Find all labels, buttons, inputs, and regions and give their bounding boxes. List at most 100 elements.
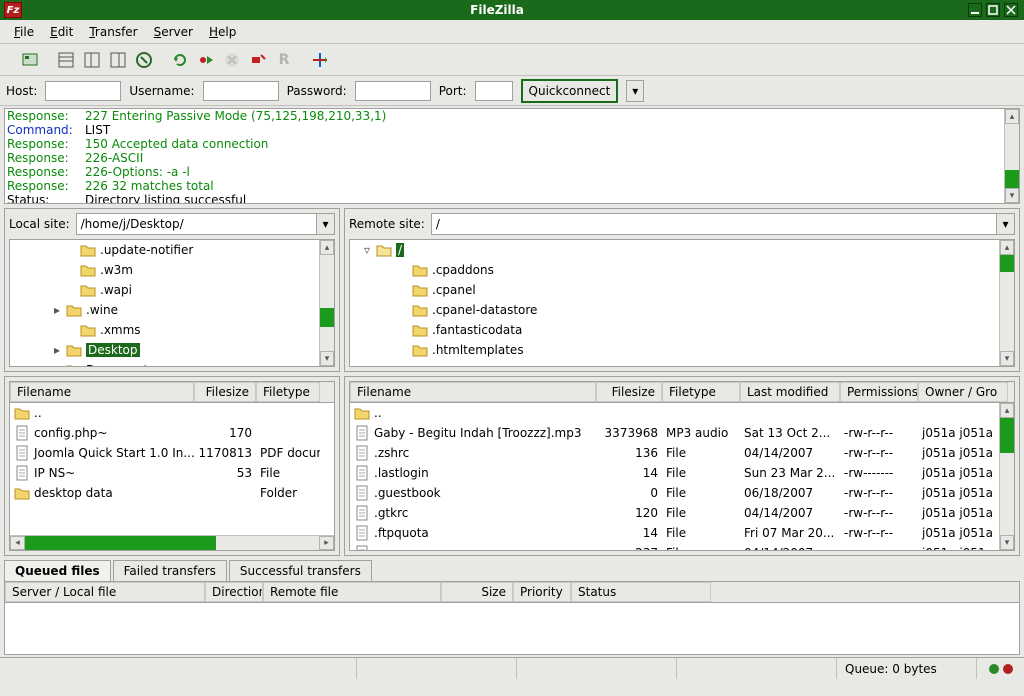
list-item[interactable]: .lastlogin14FileSun 23 Mar 2...-rw------…: [350, 463, 1014, 483]
transfer-queue[interactable]: Server / Local fileDirectionRemote fileS…: [4, 581, 1020, 655]
tab-queued-files[interactable]: Queued files: [4, 560, 111, 581]
port-input[interactable]: [475, 81, 513, 101]
menu-edit[interactable]: Edit: [42, 23, 81, 41]
remote-path-combo[interactable]: / ▾: [431, 213, 1015, 235]
cancel-button[interactable]: [220, 48, 244, 72]
column-header[interactable]: Last modified: [740, 382, 840, 402]
tree-item[interactable]: .htmltemplates: [350, 340, 1014, 360]
local-filelist[interactable]: FilenameFilesizeFiletype ..config.php~17…: [9, 381, 335, 551]
column-header[interactable]: Direction: [205, 582, 263, 602]
password-input[interactable]: [355, 81, 431, 101]
tree-item[interactable]: .cpanel-datastore: [350, 300, 1014, 320]
menu-file[interactable]: File: [6, 23, 42, 41]
sitemanager-button[interactable]: [18, 48, 42, 72]
filter-button[interactable]: [308, 48, 332, 72]
file-size: 120: [596, 506, 662, 520]
chevron-down-icon[interactable]: ▾: [316, 214, 334, 234]
column-header[interactable]: Filetype: [662, 382, 740, 402]
tree-item[interactable]: ▸Desktop: [10, 340, 334, 360]
list-item[interactable]: .gtkrc120File04/14/2007-rw-r--r--j051a j…: [350, 503, 1014, 523]
chevron-down-icon[interactable]: ▾: [996, 214, 1014, 234]
tree-label: .xmms: [100, 323, 141, 337]
list-item[interactable]: .zshrc136File04/14/2007-rw-r--r--j051a j…: [350, 443, 1014, 463]
tree-item[interactable]: .xmms: [10, 320, 334, 340]
menu-help[interactable]: Help: [201, 23, 244, 41]
toggle-log-button[interactable]: [54, 48, 78, 72]
list-item[interactable]: IP NS~53File: [10, 463, 334, 483]
column-header[interactable]: Filesize: [596, 382, 662, 402]
tree-item[interactable]: .cpaddons: [350, 260, 1014, 280]
column-header[interactable]: Filename: [350, 382, 596, 402]
quickconnect-button[interactable]: Quickconnect: [521, 79, 619, 103]
list-item[interactable]: .guestbook0File06/18/2007-rw-r--r--j051a…: [350, 483, 1014, 503]
column-header[interactable]: Priority: [513, 582, 571, 602]
tree-item[interactable]: .fantasticodata: [350, 320, 1014, 340]
toggle-localtree-button[interactable]: [80, 48, 104, 72]
menu-transfer[interactable]: Transfer: [81, 23, 145, 41]
folder-icon: [14, 405, 30, 421]
list-item[interactable]: config.php~170: [10, 423, 334, 443]
column-header[interactable]: Server / Local file: [5, 582, 205, 602]
disconnect-button[interactable]: [246, 48, 270, 72]
local-tree[interactable]: .update-notifier.w3m .wapi ▸.wine .xmms ▸Des…: [9, 239, 335, 367]
minimize-button[interactable]: [968, 3, 982, 17]
toggle-queue-button[interactable]: [132, 48, 156, 72]
log-message: Directory listing successful: [85, 193, 246, 204]
expand-icon[interactable]: ▿: [362, 243, 372, 257]
folder-icon: [66, 363, 82, 367]
column-header[interactable]: Filesize: [194, 382, 256, 402]
remotefiles-scrollbar[interactable]: ▴▾: [999, 403, 1014, 550]
file-type: File: [662, 466, 740, 480]
tree-label: .wapi: [100, 283, 132, 297]
tree-item[interactable]: .wapi: [10, 280, 334, 300]
column-header[interactable]: Size: [441, 582, 513, 602]
quickconnect-history-dropdown[interactable]: ▾: [626, 80, 644, 102]
localtree-scrollbar[interactable]: ▴▾: [319, 240, 334, 366]
local-hscrollbar[interactable]: ◂▸: [10, 535, 334, 550]
host-input[interactable]: [45, 81, 121, 101]
tab-failed-transfers[interactable]: Failed transfers: [113, 560, 227, 581]
menu-server[interactable]: Server: [146, 23, 201, 41]
file-icon: [354, 485, 370, 501]
tree-item[interactable]: ▸.wine: [10, 300, 334, 320]
app-icon: Fz: [4, 2, 22, 18]
column-header[interactable]: Filetype: [256, 382, 320, 402]
processqueue-button[interactable]: [194, 48, 218, 72]
expand-icon[interactable]: ▸: [52, 343, 62, 357]
list-item[interactable]: Gaby - Begitu Indah [Troozzz].mp33373968…: [350, 423, 1014, 443]
username-input[interactable]: [203, 81, 279, 101]
refresh-button[interactable]: [168, 48, 192, 72]
list-item[interactable]: desktop dataFolder: [10, 483, 334, 503]
column-header[interactable]: Owner / Gro: [918, 382, 1008, 402]
remotetree-scrollbar[interactable]: ▴▾: [999, 240, 1014, 366]
list-item[interactable]: .emacs237File04/14/2007-rw-r--r--j051a j…: [350, 543, 1014, 550]
local-path-combo[interactable]: /home/j/Desktop/ ▾: [76, 213, 335, 235]
tree-item[interactable]: ▸Documents: [10, 360, 334, 367]
list-item[interactable]: ..: [350, 403, 1014, 423]
column-header[interactable]: Remote file: [263, 582, 441, 602]
tree-item[interactable]: .w3m: [10, 260, 334, 280]
column-header[interactable]: Permissions: [840, 382, 918, 402]
tree-item[interactable]: .cpanel: [350, 280, 1014, 300]
maximize-button[interactable]: [986, 3, 1000, 17]
column-header[interactable]: Filename: [10, 382, 194, 402]
list-item[interactable]: .ftpquota14FileFri 07 Mar 20...-rw-r--r-…: [350, 523, 1014, 543]
list-item[interactable]: ..: [10, 403, 334, 423]
close-button[interactable]: [1004, 3, 1018, 17]
tree-label: .fantasticodata: [432, 323, 522, 337]
remote-tree[interactable]: ▿/ .cpaddons .cpanel.cpanel-datastore .fant…: [349, 239, 1015, 367]
toggle-remotetree-button[interactable]: [106, 48, 130, 72]
log-message: 150 Accepted data connection: [85, 137, 268, 151]
tree-item[interactable]: .update-notifier: [10, 240, 334, 260]
remote-filelist[interactable]: FilenameFilesizeFiletypeLast modifiedPer…: [349, 381, 1015, 551]
expand-icon[interactable]: ▸: [52, 363, 62, 367]
tree-label: .cpaddons: [432, 263, 494, 277]
file-name: .guestbook: [374, 486, 441, 500]
expand-icon[interactable]: ▸: [52, 303, 62, 317]
tab-successful-transfers[interactable]: Successful transfers: [229, 560, 372, 581]
log-scrollbar[interactable]: ▴▾: [1004, 109, 1019, 203]
reconnect-button[interactable]: R: [272, 48, 296, 72]
tree-item[interactable]: ▿/: [350, 240, 1014, 260]
column-header[interactable]: Status: [571, 582, 711, 602]
list-item[interactable]: Joomla Quick Start 1.0 In...1170813PDF d…: [10, 443, 334, 463]
